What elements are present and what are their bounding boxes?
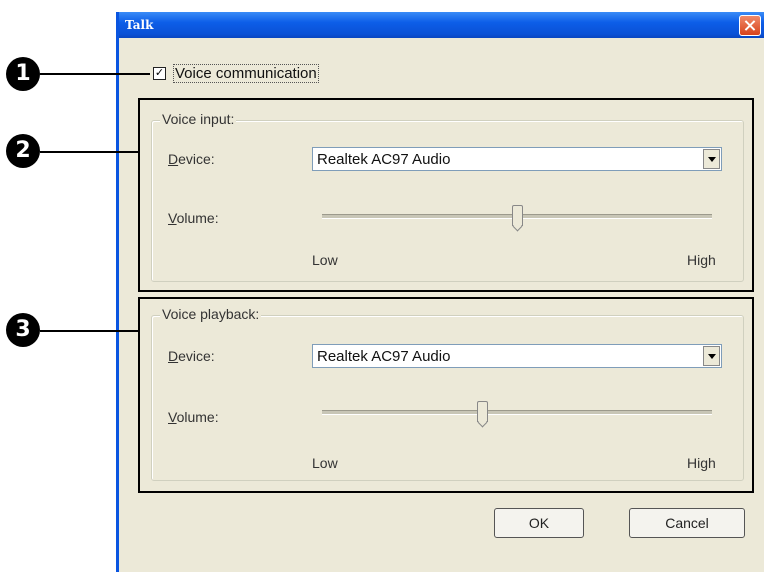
voice-communication-checkbox[interactable]: ✓ xyxy=(153,67,166,80)
callout-leader-2 xyxy=(40,151,140,153)
callout-number-3: 3 xyxy=(6,313,40,347)
voice-communication-label[interactable]: Voice communication xyxy=(173,64,319,83)
callout-leader-3 xyxy=(40,330,140,332)
callout-box-voice-playback xyxy=(138,297,754,493)
title-bar[interactable]: Talk xyxy=(119,12,764,38)
callout-leader-1 xyxy=(40,73,150,75)
ok-button[interactable]: OK xyxy=(494,508,584,538)
window-title: Talk xyxy=(125,18,154,32)
callout-number-1: 1 xyxy=(6,57,40,91)
callout-number-2: 2 xyxy=(6,134,40,168)
callout-box-voice-input xyxy=(138,98,754,292)
close-icon[interactable] xyxy=(739,15,761,36)
cancel-button[interactable]: Cancel xyxy=(629,508,745,538)
